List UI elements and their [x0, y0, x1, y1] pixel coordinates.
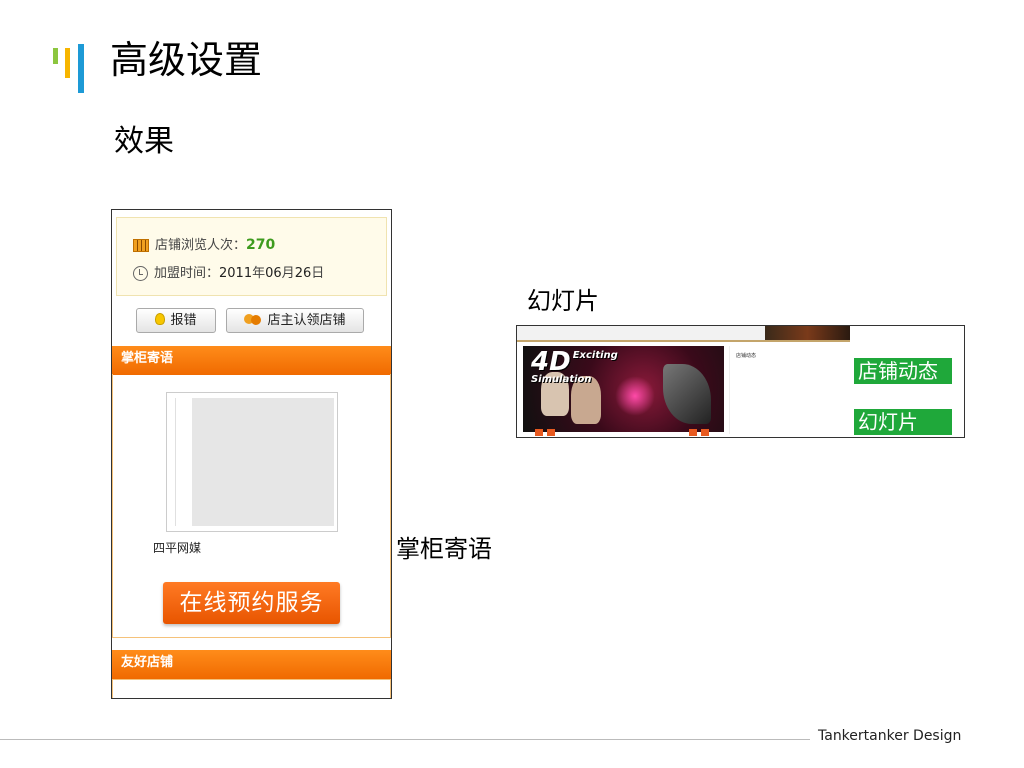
- join-day-unit: 日: [311, 266, 325, 281]
- join-month-unit: 月: [281, 266, 295, 281]
- slide-next-arrow[interactable]: [701, 429, 709, 436]
- shop-name: 四平网媒: [153, 541, 202, 555]
- callout-slideshow-label: 幻灯片: [527, 287, 599, 315]
- join-month: 06: [265, 266, 282, 281]
- photo-area: [192, 398, 334, 526]
- logo-bar-yellow: [65, 48, 70, 78]
- slide-indicator-dot[interactable]: [535, 429, 543, 436]
- hero-line-1: Exciting: [572, 350, 618, 361]
- logo-bar-green: [53, 48, 58, 64]
- online-booking-button[interactable]: 在线预约服务: [163, 582, 340, 624]
- visits-row: 店铺浏览人次：270: [133, 234, 275, 253]
- slideshow-hero-image[interactable]: 4D Exciting Simulation: [523, 346, 724, 432]
- hero-line-2: Simulation: [531, 374, 592, 385]
- slide-title: 高级设置: [110, 38, 263, 82]
- hero-text: 4D Exciting Simulation: [531, 347, 618, 385]
- label-shop-news: 店铺动态: [854, 358, 952, 384]
- visits-label: 店铺浏览人次：: [155, 238, 247, 253]
- join-year: 2011: [219, 266, 253, 281]
- join-day: 26: [294, 266, 312, 281]
- bulb-icon: [155, 313, 166, 325]
- callout-guide-label: 掌柜寄语: [396, 535, 492, 563]
- news-column-title: 店铺动态: [736, 353, 757, 359]
- slide-prev-arrow[interactable]: [689, 429, 697, 436]
- join-year-unit: 年: [252, 266, 266, 281]
- hero-big-text: 4D: [531, 347, 571, 377]
- hero-glow: [615, 376, 655, 416]
- shop-photo-placeholder[interactable]: [166, 392, 338, 532]
- shop-stats-box: 店铺浏览人次：270 加盟时间：2011年06月26日: [116, 217, 387, 296]
- slide-indicator-dot[interactable]: [547, 429, 555, 436]
- shop-nav-strip: [517, 326, 850, 342]
- guide-section-body: 四平网媒 在线预约服务: [112, 374, 391, 638]
- footer-divider: [0, 739, 810, 740]
- section-header-friends: 友好店铺: [112, 650, 391, 679]
- clock-icon: [133, 266, 148, 281]
- report-button-label: 报错: [170, 313, 197, 328]
- shop-sidebar-screenshot: 店铺浏览人次：270 加盟时间：2011年06月26日 报错 店主认领店铺 掌柜…: [111, 209, 392, 699]
- join-date-row: 加盟时间：2011年06月26日: [133, 262, 324, 281]
- friends-section-body: [112, 679, 391, 698]
- people-icon: [244, 313, 262, 325]
- logo-bar-blue: [78, 44, 84, 93]
- join-label: 加盟时间：: [154, 266, 220, 281]
- claim-button-label: 店主认领店铺: [267, 313, 346, 328]
- section-header-guide: 掌柜寄语: [112, 346, 391, 375]
- hero-object: [663, 364, 711, 424]
- claim-shop-button[interactable]: 店主认领店铺: [226, 308, 364, 333]
- report-button[interactable]: 报错: [136, 308, 216, 333]
- action-button-row: 报错 店主认领店铺: [112, 308, 391, 336]
- shop-icon: [133, 239, 149, 252]
- slide-subtitle: 效果: [114, 124, 174, 159]
- footer-brand: Tankertanker Design: [818, 728, 962, 744]
- slide-logo-bars: [50, 44, 90, 94]
- slideshow-screenshot: 4D Exciting Simulation 店铺动态 店铺动态 幻灯片: [516, 325, 965, 438]
- visits-value: 270: [246, 237, 276, 253]
- shop-news-column: 店铺动态: [729, 346, 851, 434]
- label-slideshow: 幻灯片: [854, 409, 952, 435]
- nav-banner-graphic: [765, 326, 850, 340]
- photo-divider: [175, 398, 176, 526]
